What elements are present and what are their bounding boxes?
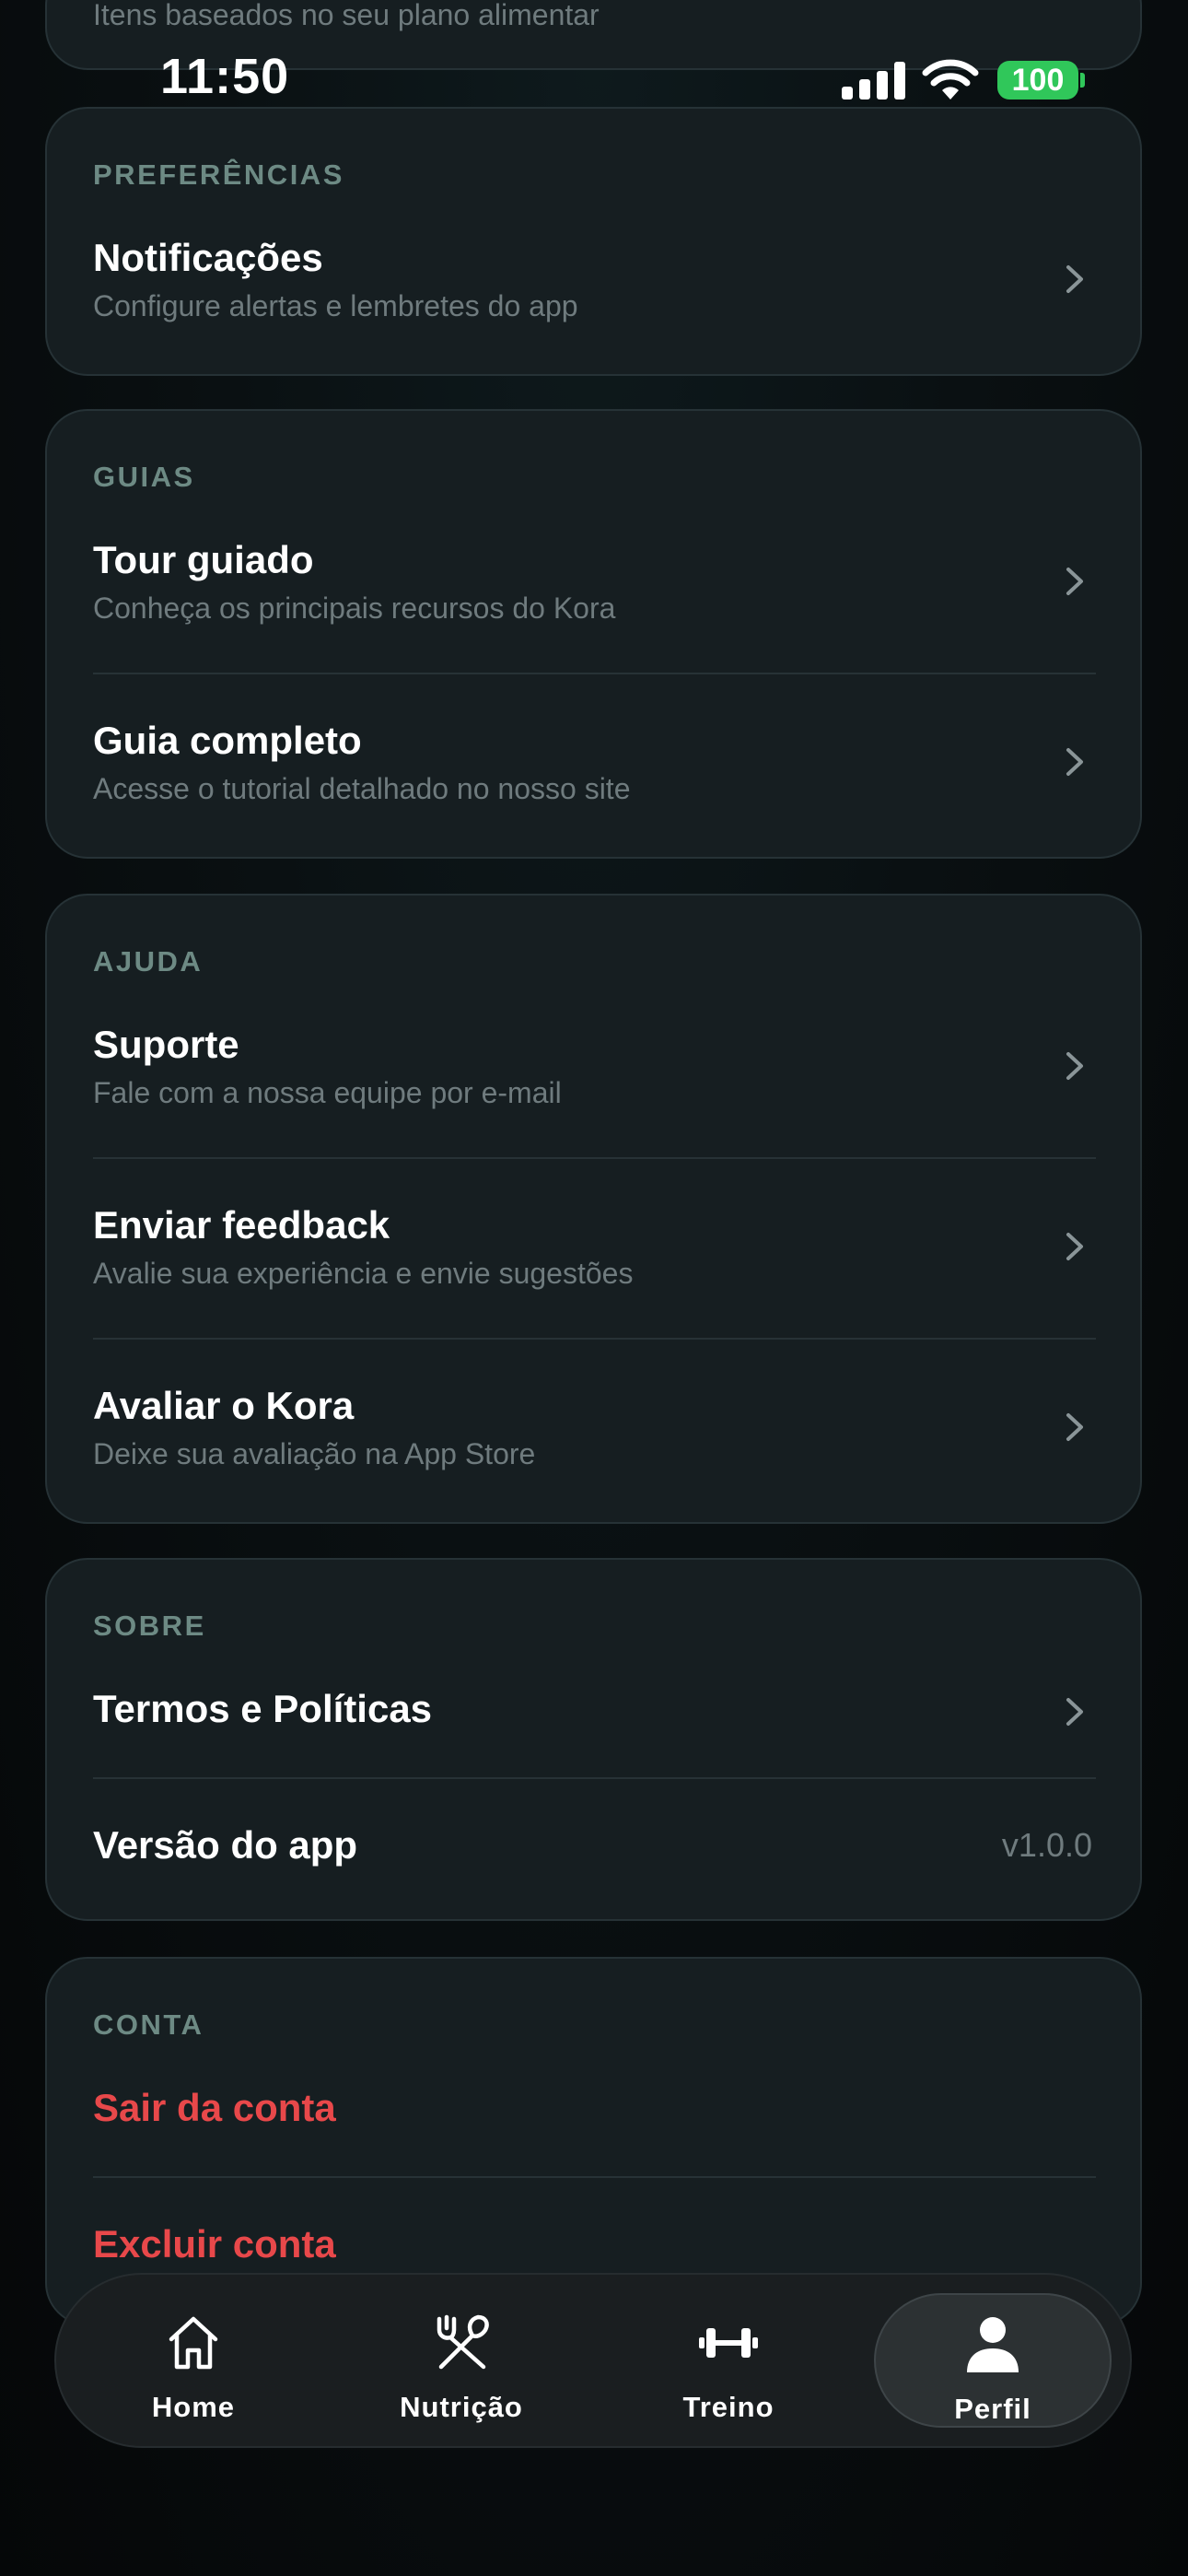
chevron-right-icon [1066,1233,1083,1260]
tab-label: Home [151,2391,236,2423]
section-label-account: CONTA [93,2008,204,2041]
section-label-about: SOBRE [93,1610,206,1642]
row-title: Notificações [93,236,323,279]
chevron-right-icon [1066,748,1083,776]
row-title: Avaliar o Kora [93,1384,355,1427]
tab-treino[interactable]: Treino [610,2293,847,2428]
account-card: CONTA Sair da conta Excluir conta [45,1957,1142,2325]
divider [93,1338,1096,1340]
signal-icon [842,62,905,100]
chevron-right-icon [1066,568,1083,595]
send-feedback-row[interactable]: Enviar feedback Avalie sua experiência e… [47,1187,1140,1334]
preferences-card: PREFERÊNCIAS Notificações Configure aler… [45,107,1142,376]
section-label-preferences: PREFERÊNCIAS [93,158,344,191]
divider [93,2176,1096,2178]
about-card: SOBRE Termos e Políticas Versão do app v… [45,1558,1142,1921]
app-version-row: Versão do app v1.0.0 [47,1799,1140,1901]
chevron-right-icon [1066,1052,1083,1080]
tab-bar: Home Nutrição Treino Perfil [54,2273,1132,2448]
delete-account-button[interactable]: Excluir conta [93,2222,336,2266]
row-subtitle: Conheça os principais recursos do Kora [93,591,616,625]
status-time: 11:50 [160,49,290,104]
home-icon [169,2316,218,2370]
rate-kora-row[interactable]: Avaliar o Kora Deixe sua avaliação na Ap… [47,1367,1140,1515]
tab-label: Perfil [954,2393,1031,2425]
notifications-row[interactable]: Notificações Configure alertas e lembret… [47,219,1140,367]
wifi-icon [922,59,979,100]
help-card: AJUDA Suporte Fale com a nossa equipe po… [45,894,1142,1524]
tab-label: Treino [682,2391,775,2423]
row-subtitle: Avalie sua experiência e envie sugestões [93,1257,634,1290]
row-subtitle: Deixe sua avaliação na App Store [93,1437,536,1470]
support-row[interactable]: Suporte Fale com a nossa equipe por e-ma… [47,1006,1140,1153]
chevron-right-icon [1066,265,1083,293]
guides-card: GUIAS Tour guiado Conheça os principais … [45,409,1142,859]
row-subtitle: Acesse o tutorial detalhado no nosso sit… [93,772,631,805]
top-card-subtitle: Itens baseados no seu plano alimentar [93,0,600,31]
row-subtitle: Configure alertas e lembretes do app [93,289,578,322]
person-icon [967,2317,1019,2372]
version-value: v1.0.0 [1001,1826,1092,1864]
row-title: Tour guiado [93,538,314,581]
fork-knife-icon [437,2314,489,2370]
row-title: Termos e Políticas [93,1687,433,1730]
tab-label: Nutrição [400,2391,523,2423]
section-label-help: AJUDA [93,945,204,978]
logout-row[interactable]: Sair da conta [47,2062,1140,2163]
tab-perfil[interactable]: Perfil [874,2293,1112,2428]
full-guide-row[interactable]: Guia completo Acesse o tutorial detalhad… [47,702,1140,849]
row-title: Guia completo [93,719,362,762]
guided-tour-row[interactable]: Tour guiado Conheça os principais recurs… [47,521,1140,669]
row-title: Enviar feedback [93,1203,390,1247]
row-title: Suporte [93,1023,239,1066]
row-subtitle: Fale com a nossa equipe por e-mail [93,1076,562,1109]
divider [93,1777,1096,1779]
row-title: Versão do app [93,1823,358,1867]
chevron-right-icon [1066,1698,1083,1726]
tab-nutricao[interactable]: Nutrição [343,2293,580,2428]
battery-tip [1080,73,1085,88]
tab-home[interactable]: Home [75,2293,312,2428]
battery-indicator: 100 [997,61,1078,100]
divider [93,673,1096,674]
dumbbell-icon [699,2328,758,2358]
screen: Itens baseados no seu plano alimentar 11… [0,0,1188,2576]
logout-button[interactable]: Sair da conta [93,2086,336,2130]
divider [93,1157,1096,1159]
chevron-right-icon [1066,1413,1083,1441]
terms-row[interactable]: Termos e Políticas [47,1663,1140,1764]
section-label-guides: GUIAS [93,461,195,493]
